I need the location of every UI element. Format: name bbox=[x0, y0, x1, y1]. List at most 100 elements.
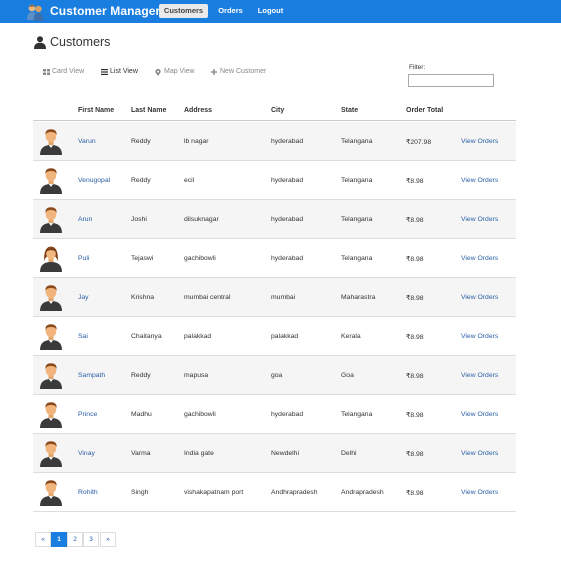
customer-state: Telangana bbox=[341, 138, 373, 145]
column-address[interactable]: Address bbox=[184, 107, 212, 114]
table-row: Sai Chaitanya palakkad palakkad Kerala ₹8.98 V… bbox=[33, 317, 516, 356]
tab-list-view[interactable]: List View bbox=[101, 67, 141, 77]
customer-last-name: Joshi bbox=[131, 216, 147, 223]
pagination-prev[interactable]: « bbox=[35, 532, 51, 547]
male-avatar-icon bbox=[39, 439, 63, 467]
view-orders-link[interactable]: View Orders bbox=[461, 333, 498, 340]
customer-order-total: ₹8.98 bbox=[406, 334, 424, 341]
new-customer-button[interactable]: New Customer bbox=[211, 67, 271, 77]
pagination-page-3[interactable]: 3 bbox=[83, 532, 99, 547]
customer-city: hyderabad bbox=[271, 255, 304, 262]
customer-last-name: Madhu bbox=[131, 411, 152, 418]
customer-last-name: Varma bbox=[131, 450, 151, 457]
customer-state: Andrapradesh bbox=[341, 489, 384, 496]
customer-first-name-link[interactable]: Sai bbox=[78, 333, 88, 340]
table-row: Rohith Singh vishakapatnam port Andhraprade… bbox=[33, 473, 516, 512]
male-avatar-icon bbox=[39, 205, 63, 233]
customer-state: Telangana bbox=[341, 411, 373, 418]
view-orders-link[interactable]: View Orders bbox=[461, 177, 498, 184]
table-header: First Name Last Name Address City State … bbox=[33, 103, 516, 121]
tab-card-view-label: Card View bbox=[52, 68, 85, 75]
customer-first-name-link[interactable]: Venugopal bbox=[78, 177, 110, 184]
new-customer-label: New Customer bbox=[220, 68, 267, 75]
column-order-total[interactable]: Order Total bbox=[406, 107, 443, 114]
column-first-name[interactable]: First Name bbox=[78, 107, 114, 114]
tab-card-view[interactable]: Card View bbox=[43, 67, 88, 77]
customer-first-name-link[interactable]: Prince bbox=[78, 411, 97, 418]
customer-address: mumbai central bbox=[184, 294, 231, 301]
customer-last-name: Singh bbox=[131, 489, 149, 496]
table-row: Sampath Reddy mapusa goa Goa ₹8.98 View Orders bbox=[33, 356, 516, 395]
customer-address: mapusa bbox=[184, 372, 209, 379]
customer-address: lb nagar bbox=[184, 138, 209, 145]
view-orders-link[interactable]: View Orders bbox=[461, 255, 498, 262]
column-city[interactable]: City bbox=[271, 107, 284, 114]
customer-first-name-link[interactable]: Rohith bbox=[78, 489, 98, 496]
brand-name[interactable]: Customer Manager bbox=[50, 4, 160, 18]
customer-city: goa bbox=[271, 372, 283, 379]
view-orders-link[interactable]: View Orders bbox=[461, 450, 498, 457]
table-row: Vinay Varma India gate Newdelhi Delhi ₹8.98 Vi… bbox=[33, 434, 516, 473]
nav-logout[interactable]: Logout bbox=[254, 4, 287, 18]
male-avatar-icon bbox=[39, 166, 63, 194]
table-row: Venugopal Reddy ecil hyderabad Telangana ₹8.9… bbox=[33, 161, 516, 200]
column-state[interactable]: State bbox=[341, 107, 358, 114]
customer-order-total: ₹8.98 bbox=[406, 373, 424, 380]
view-orders-link[interactable]: View Orders bbox=[461, 489, 498, 496]
male-avatar-icon bbox=[39, 478, 63, 506]
customer-order-total: ₹8.98 bbox=[406, 217, 424, 224]
customer-order-total: ₹207.98 bbox=[406, 139, 432, 146]
tab-list-view-label: List View bbox=[110, 68, 138, 75]
customer-order-total: ₹8.98 bbox=[406, 412, 424, 419]
customer-first-name-link[interactable]: Sampath bbox=[78, 372, 105, 379]
view-orders-link[interactable]: View Orders bbox=[461, 372, 498, 379]
customer-first-name-link[interactable]: Vinay bbox=[78, 450, 95, 457]
nav-customers[interactable]: Customers bbox=[159, 4, 208, 18]
view-orders-link[interactable]: View Orders bbox=[461, 294, 498, 301]
customer-address: vishakapatnam port bbox=[184, 489, 244, 496]
customer-state: Goa bbox=[341, 372, 354, 379]
male-avatar-icon bbox=[39, 400, 63, 428]
customer-order-total: ₹8.98 bbox=[406, 256, 424, 263]
male-avatar-icon bbox=[39, 361, 63, 389]
male-avatar-icon bbox=[39, 283, 63, 311]
customer-first-name-link[interactable]: Arun bbox=[78, 216, 92, 223]
table-row: Jay Krishna mumbai central mumbai Maharastra… bbox=[33, 278, 516, 317]
customer-first-name-link[interactable]: Varun bbox=[78, 138, 96, 145]
female-avatar-icon bbox=[39, 244, 63, 272]
male-avatar-icon bbox=[39, 322, 63, 350]
navbar: Customer Manager Customers Orders Logout bbox=[0, 0, 561, 23]
customer-first-name-link[interactable]: Jay bbox=[78, 294, 89, 301]
customer-state: Delhi bbox=[341, 450, 357, 457]
nav-orders[interactable]: Orders bbox=[214, 4, 247, 18]
customer-city: hyderabad bbox=[271, 138, 304, 145]
filter-label: Filter: bbox=[409, 64, 426, 71]
list-icon bbox=[101, 69, 108, 75]
customer-order-total: ₹8.98 bbox=[406, 295, 424, 302]
customer-last-name: Reddy bbox=[131, 138, 151, 145]
pagination-page-2[interactable]: 2 bbox=[67, 532, 83, 547]
customer-last-name: Chaitanya bbox=[131, 333, 162, 340]
customer-state: Maharastra bbox=[341, 294, 376, 301]
customer-last-name: Reddy bbox=[131, 372, 151, 379]
pagination-next[interactable]: » bbox=[100, 532, 116, 547]
page-title: Customers bbox=[50, 35, 111, 49]
plus-icon bbox=[211, 69, 217, 75]
map-marker-icon bbox=[155, 69, 161, 76]
pagination-page-1[interactable]: 1 bbox=[51, 532, 67, 547]
customer-order-total: ₹8.98 bbox=[406, 490, 424, 497]
customer-city: Newdelhi bbox=[271, 450, 299, 457]
customer-first-name-link[interactable]: Puli bbox=[78, 255, 89, 262]
customer-city: palakkad bbox=[271, 333, 299, 340]
view-orders-link[interactable]: View Orders bbox=[461, 138, 498, 145]
customer-city: mumbai bbox=[271, 294, 296, 301]
tab-map-view-label: Map View bbox=[164, 68, 195, 75]
customer-address: dilsuknagar bbox=[184, 216, 219, 223]
view-orders-link[interactable]: View Orders bbox=[461, 411, 498, 418]
filter-input[interactable] bbox=[408, 74, 494, 87]
customer-city: hyderabad bbox=[271, 177, 304, 184]
view-orders-link[interactable]: View Orders bbox=[461, 216, 498, 223]
customer-state: Kerala bbox=[341, 333, 361, 340]
tab-map-view[interactable]: Map View bbox=[155, 67, 197, 77]
column-last-name[interactable]: Last Name bbox=[131, 107, 166, 114]
